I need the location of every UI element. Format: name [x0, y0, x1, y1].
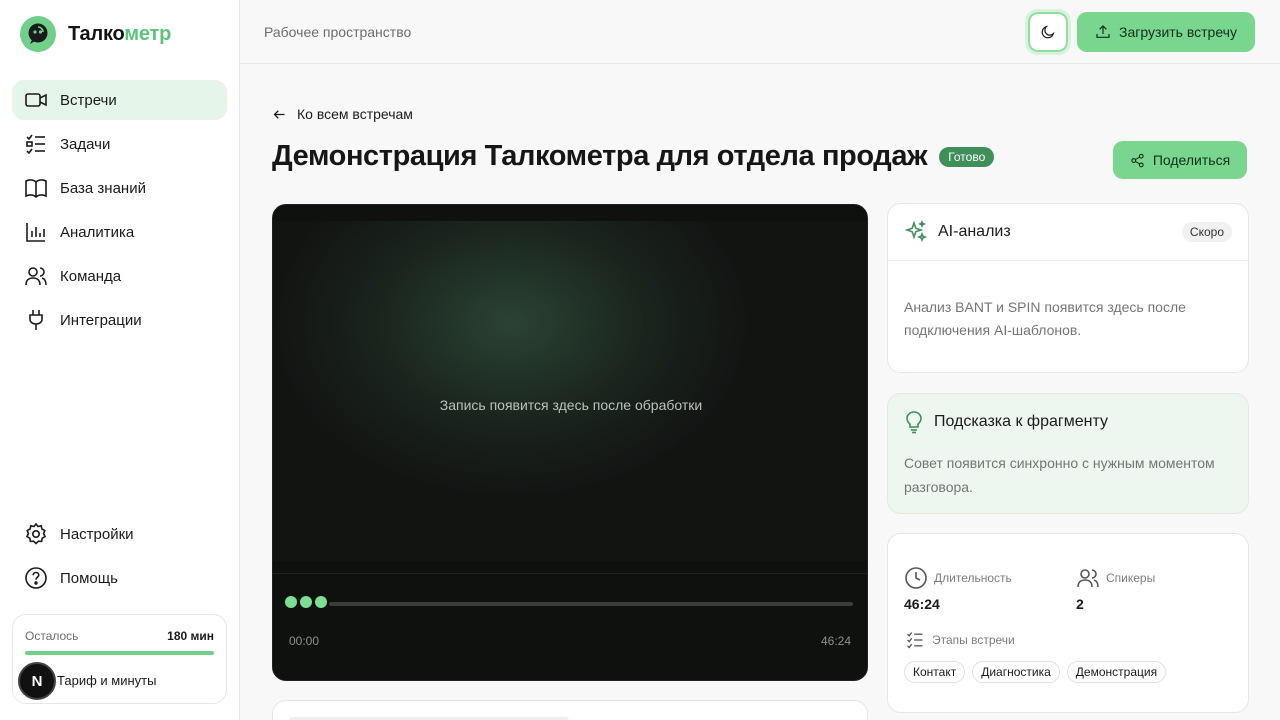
bar-chart-icon [26, 223, 45, 242]
sidebar-bottom-nav: Настройки Помощь [12, 514, 227, 602]
transcript-card [272, 700, 868, 720]
sidebar-item-label: Помощь [60, 569, 118, 587]
theme-toggle-button[interactable] [1028, 12, 1068, 52]
fragment-tip-header: Подсказка к фрагменту [904, 410, 1108, 434]
loading-dot [285, 596, 297, 608]
stages-label: Этапы встречи [932, 633, 1015, 647]
status-badge: Готово [939, 146, 995, 167]
moon-icon [1041, 25, 1055, 39]
video-icon [25, 93, 47, 107]
title-row: Демонстрация Талкометра для отдела прода… [272, 140, 995, 173]
speakers-label: Спикеры [1106, 571, 1156, 585]
video-screen[interactable]: Запись появится здесь после обработки [273, 221, 867, 561]
upload-icon [1096, 25, 1110, 38]
stages-stat: Этапы встречи [904, 630, 1015, 650]
share-button[interactable]: Поделиться [1113, 141, 1247, 179]
fragment-tip-card: Подсказка к фрагменту Совет появится син… [887, 393, 1249, 514]
sidebar-item-knowledge[interactable]: База знаний [12, 168, 227, 208]
ai-analysis-text: Анализ BANT и SPIN появится здесь после … [904, 299, 1186, 338]
logo[interactable]: Талкометр [20, 16, 171, 52]
lightbulb-icon [906, 411, 922, 434]
duration-stat: Длительность 46:24 [904, 566, 1012, 612]
sidebar-item-label: Настройки [60, 525, 134, 543]
sidebar: Талкометр Встречи Задачи База знаний Ана… [0, 0, 240, 720]
book-icon [25, 179, 47, 199]
plan-remaining-row: Осталось 180 мин [25, 629, 214, 643]
plan-link[interactable]: Тариф и минуты [57, 673, 156, 688]
back-link-label: Ко всем встречам [297, 106, 413, 122]
sparkles-icon [904, 220, 928, 243]
loading-dots [285, 596, 327, 608]
logo-text: Талкометр [68, 22, 172, 45]
stage-chip[interactable]: Контакт [904, 661, 966, 683]
arrow-left-icon [273, 109, 285, 119]
video-placeholder-text: Запись появится здесь после обработки [439, 397, 703, 413]
stages-chips: Контакт Диагностика Демонстрация [904, 661, 1167, 683]
upload-meeting-label: Загрузить встречу [1119, 24, 1237, 40]
sidebar-item-help[interactable]: Помощь [12, 558, 227, 598]
stage-chip[interactable]: Диагностика [972, 661, 1060, 683]
sidebar-item-label: Встречи [60, 91, 117, 109]
sidebar-item-tasks[interactable]: Задачи [12, 124, 227, 164]
coming-soon-badge: Скоро [1181, 222, 1232, 242]
checklist-icon [26, 134, 45, 155]
plan-progress-bar [25, 651, 214, 655]
duration-label: Длительность [934, 571, 1012, 585]
page-title: Демонстрация Талкометра для отдела прода… [272, 140, 928, 172]
stage-chip[interactable]: Демонстрация [1066, 661, 1167, 683]
clock-icon [905, 567, 927, 589]
video-player[interactable]: Запись появится здесь после обработки 00… [272, 204, 868, 681]
loading-dot [300, 596, 312, 608]
sidebar-item-label: База знаний [60, 179, 146, 197]
duration-value: 46:24 [904, 596, 940, 612]
logo-icon [20, 16, 56, 52]
sidebar-item-analytics[interactable]: Аналитика [12, 212, 227, 252]
share-label: Поделиться [1152, 152, 1231, 168]
sidebar-item-integrations[interactable]: Интеграции [12, 300, 227, 340]
time-current: 00:00 [289, 634, 320, 648]
sidebar-item-label: Аналитика [60, 223, 135, 241]
help-icon [25, 567, 47, 589]
users-icon [1077, 569, 1099, 588]
sidebar-item-label: Команда [60, 267, 122, 285]
gear-icon [25, 522, 47, 545]
share-icon [1131, 153, 1144, 167]
sidebar-item-meetings[interactable]: Встречи [12, 80, 227, 120]
plan-remaining-value: 180 мин [167, 629, 214, 643]
controls-divider [273, 573, 867, 574]
timeline-track[interactable] [329, 602, 853, 606]
sidebar-nav: Встречи Задачи База знаний Аналитика Ком… [12, 80, 227, 344]
time-total: 46:24 [820, 634, 851, 648]
speakers-value: 2 [1076, 596, 1084, 612]
sidebar-item-settings[interactable]: Настройки [12, 514, 227, 554]
speakers-stat: Спикеры 2 [1076, 566, 1155, 612]
fragment-tip-title: Подсказка к фрагменту [934, 413, 1108, 430]
upload-meeting-button[interactable]: Загрузить встречу [1077, 12, 1255, 52]
ai-analysis-title: AI-анализ [938, 223, 1011, 240]
loading-dot [315, 596, 327, 608]
plan-remaining-label: Осталось [25, 629, 79, 643]
sidebar-item-label: Интеграции [60, 311, 142, 329]
meeting-stats-card: Длительность 46:24 Спикеры 2 Этапы встре… [887, 533, 1249, 713]
sidebar-item-label: Задачи [60, 135, 111, 153]
fragment-tip-text: Совет появится синхронно с нужным момент… [904, 455, 1215, 495]
plan-progress-fill [25, 651, 214, 655]
sidebar-item-team[interactable]: Команда [12, 256, 227, 296]
ai-analysis-card: AI-анализ Скоро Анализ BANT и SPIN появи… [887, 203, 1249, 373]
avatar[interactable]: N [18, 662, 56, 700]
users-icon [25, 267, 47, 286]
workspace-label: Рабочее пространство [264, 24, 412, 40]
top-header: Рабочее пространство Загрузить встречу [240, 0, 1280, 64]
plug-icon [29, 310, 43, 330]
checklist-icon [907, 632, 923, 649]
back-link[interactable]: Ко всем встречам [272, 106, 413, 122]
